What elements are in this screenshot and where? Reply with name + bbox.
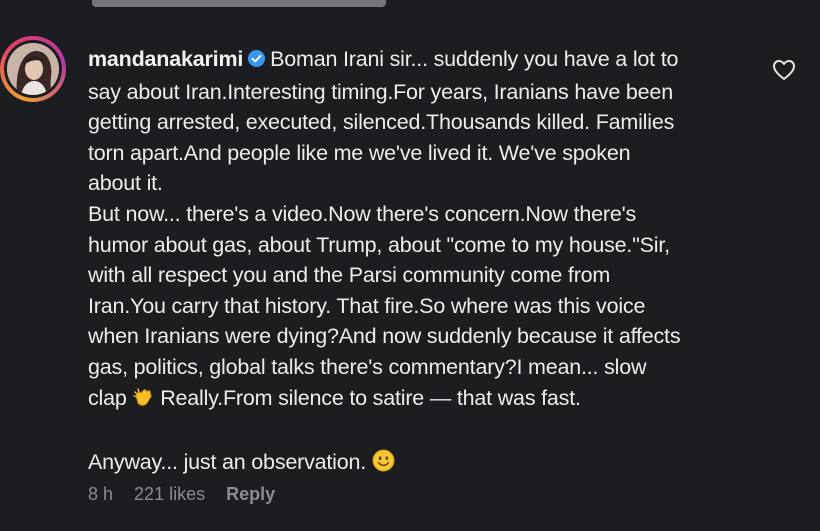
comment-line: Iran.You carry that history. That fire.S…: [88, 293, 646, 318]
comment: mandanakarimi Boman Irani sir... suddenly…: [0, 0, 820, 531]
comment-time: 8 h: [88, 484, 114, 504]
avatar[interactable]: [0, 36, 66, 102]
avatar-photo: [7, 43, 59, 95]
comment-line: about it.: [88, 171, 163, 196]
comment-line: Boman Irani sir... suddenly you have a l…: [270, 47, 679, 71]
comment-line: when Iranians were dying?And now suddenl…: [88, 324, 681, 349]
comment-line: torn apart.And people like me we've live…: [88, 140, 631, 165]
comment-line: clap: [88, 385, 127, 410]
like-count[interactable]: 221 likes: [134, 484, 205, 504]
verified-badge-icon: [247, 46, 266, 77]
comment-line: with all respect you and the Parsi commu…: [88, 263, 611, 288]
comment-line: getting arrested, executed, silenced.Tho…: [88, 110, 675, 135]
reply-button[interactable]: Reply: [226, 484, 275, 504]
comment-line: humor about gas, about Trump, about "com…: [88, 232, 670, 257]
comment-meta: 8 h 221 likes Reply: [88, 484, 291, 505]
comment-text: mandanakarimi Boman Irani sir... suddenly…: [88, 44, 760, 480]
comment-line: Really.From silence to satire — that was…: [160, 385, 581, 410]
comment-line: Anyway... just an observation.: [88, 449, 367, 474]
like-heart-icon[interactable]: [772, 59, 796, 81]
comment-line: gas, politics, global talks there's comm…: [88, 354, 647, 379]
comment-line: But now... there's a video.Now there's c…: [88, 201, 637, 226]
smiling-face-icon: [372, 449, 395, 481]
username-link[interactable]: mandanakarimi: [88, 47, 243, 71]
comment-line: say about Iran.Interesting timing.For ye…: [88, 79, 673, 104]
clapping-hands-icon: [132, 386, 154, 417]
